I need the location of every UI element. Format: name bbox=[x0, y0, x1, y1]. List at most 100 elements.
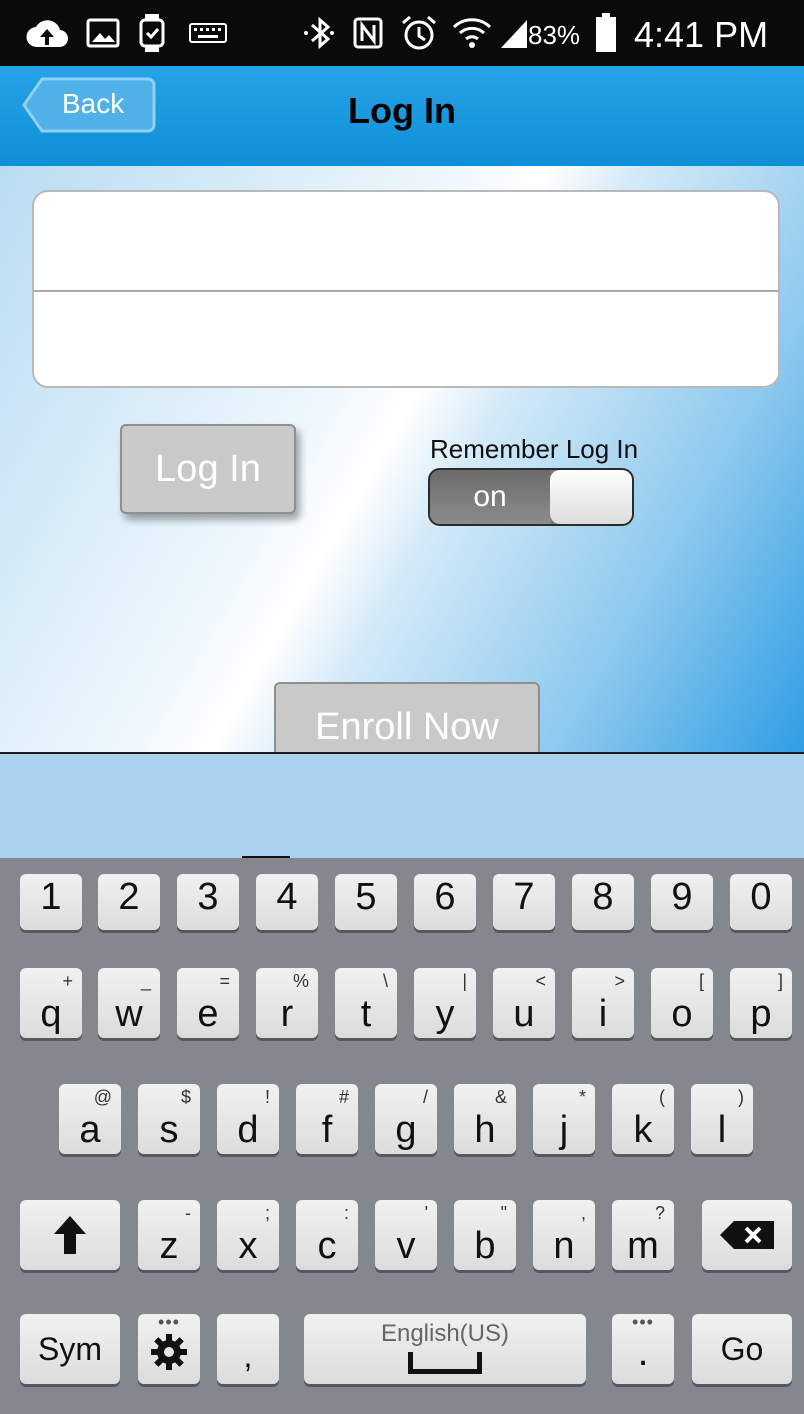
key-g[interactable]: / g bbox=[375, 1084, 437, 1154]
key-alt-label: $ bbox=[180, 1087, 191, 1107]
key-label: e bbox=[197, 993, 219, 1035]
key-e[interactable]: = e bbox=[177, 968, 239, 1038]
key-label: 9 bbox=[671, 876, 693, 918]
key-5[interactable]: 5 bbox=[335, 874, 397, 930]
key-y[interactable]: | y bbox=[414, 968, 476, 1038]
username-field[interactable] bbox=[34, 192, 778, 290]
space-key[interactable]: English(US) bbox=[304, 1314, 586, 1384]
backspace-key[interactable] bbox=[702, 1200, 792, 1270]
key-alt-label: @ bbox=[93, 1087, 112, 1107]
key-d[interactable]: ! d bbox=[217, 1084, 279, 1154]
key-alt-label: - bbox=[185, 1203, 191, 1223]
key-x[interactable]: ; x bbox=[217, 1200, 279, 1270]
key-v[interactable]: ' v bbox=[375, 1200, 437, 1270]
key-f[interactable]: # f bbox=[296, 1084, 358, 1154]
key-k[interactable]: (k bbox=[612, 1084, 674, 1154]
key-r[interactable]: % r bbox=[256, 968, 318, 1038]
key-m[interactable]: ? m bbox=[612, 1200, 674, 1270]
key-label: 1 bbox=[40, 876, 62, 918]
remember-login-label: Remember Log In bbox=[430, 434, 639, 464]
key-h[interactable]: & h bbox=[454, 1084, 516, 1154]
remember-login-toggle[interactable]: on bbox=[428, 468, 634, 526]
key-alt-label: ? bbox=[654, 1203, 665, 1223]
credentials-field-group bbox=[32, 190, 780, 388]
key-alt-label: ( bbox=[659, 1087, 665, 1107]
key-2[interactable]: 2 bbox=[98, 874, 160, 930]
battery-percent: 83% bbox=[528, 20, 581, 50]
more-dots-icon: ••• bbox=[158, 1312, 180, 1332]
key-8[interactable]: 8 bbox=[572, 874, 634, 930]
key-i[interactable]: > i bbox=[572, 968, 634, 1038]
wifi-icon bbox=[452, 13, 492, 53]
login-form-area: Log In Remember Log In on Enroll Now bbox=[0, 166, 804, 752]
key-label: w bbox=[115, 993, 143, 1035]
key-alt-label: + bbox=[62, 971, 73, 991]
key-1[interactable]: 1 bbox=[20, 874, 82, 930]
key-p[interactable]: ] p bbox=[730, 968, 792, 1038]
comma-key[interactable]: , bbox=[217, 1314, 279, 1384]
enroll-now-button[interactable]: Enroll Now bbox=[274, 682, 540, 752]
key-label: 3 bbox=[197, 876, 219, 918]
key-q[interactable]: + q bbox=[20, 968, 82, 1038]
key-label: v bbox=[396, 1225, 416, 1267]
key-label: p bbox=[750, 993, 772, 1035]
key-s[interactable]: $ s bbox=[138, 1084, 200, 1154]
shift-key[interactable] bbox=[20, 1200, 120, 1270]
key-alt-label: " bbox=[500, 1203, 507, 1223]
password-field[interactable] bbox=[34, 292, 778, 390]
key-3[interactable]: 3 bbox=[177, 874, 239, 930]
key-label: g bbox=[395, 1109, 417, 1151]
keyboard-icon bbox=[188, 13, 228, 53]
key-label: 4 bbox=[276, 876, 298, 918]
key-alt-label: * bbox=[578, 1087, 586, 1107]
key-j[interactable]: * j bbox=[533, 1084, 595, 1154]
status-bar: 83% 4:41 PM bbox=[0, 0, 804, 66]
key-label: c bbox=[317, 1225, 337, 1267]
key-alt-label: < bbox=[535, 971, 546, 991]
key-n[interactable]: ,n bbox=[533, 1200, 595, 1270]
watch-icon bbox=[138, 13, 166, 53]
key-alt-label: [ bbox=[698, 971, 704, 991]
toggle-knob[interactable] bbox=[550, 470, 632, 524]
settings-key[interactable]: ••• bbox=[138, 1312, 200, 1384]
space-bar-icon bbox=[408, 1352, 482, 1374]
key-label: 8 bbox=[592, 876, 614, 918]
key-label: u bbox=[513, 993, 535, 1035]
key-4[interactable]: 4 bbox=[256, 874, 318, 930]
key-label: k bbox=[633, 1109, 653, 1151]
key-o[interactable]: [o bbox=[651, 968, 713, 1038]
key-label: j bbox=[559, 1109, 569, 1151]
go-key[interactable]: Go bbox=[692, 1314, 792, 1384]
key-alt-label: ! bbox=[264, 1087, 270, 1107]
key-u[interactable]: < u bbox=[493, 968, 555, 1038]
shift-arrow-icon bbox=[54, 1216, 86, 1254]
key-label: i bbox=[598, 993, 608, 1035]
key-alt-label: ' bbox=[424, 1203, 428, 1223]
key-t[interactable]: \ t bbox=[335, 968, 397, 1038]
key-label: 0 bbox=[750, 876, 772, 918]
key-c[interactable]: :c bbox=[296, 1200, 358, 1270]
key-w[interactable]: _ w bbox=[98, 968, 160, 1038]
key-alt-label: _ bbox=[140, 971, 151, 991]
key-label: o bbox=[671, 993, 693, 1035]
key-label: f bbox=[321, 1109, 333, 1151]
key-alt-label: % bbox=[292, 971, 309, 991]
key-b[interactable]: " b bbox=[454, 1200, 516, 1270]
key-label: m bbox=[627, 1225, 659, 1267]
key-6[interactable]: 6 bbox=[414, 874, 476, 930]
backspace-icon bbox=[720, 1221, 774, 1249]
login-button[interactable]: Log In bbox=[120, 424, 296, 514]
key-9[interactable]: 9 bbox=[651, 874, 713, 930]
period-key[interactable]: ••• . bbox=[612, 1312, 674, 1384]
page-title: Log In bbox=[348, 90, 456, 131]
key-label: h bbox=[474, 1109, 496, 1151]
key-a[interactable]: @ a bbox=[59, 1084, 121, 1154]
key-z[interactable]: -z bbox=[138, 1200, 200, 1270]
key-l[interactable]: ) l bbox=[691, 1084, 753, 1154]
key-label: z bbox=[159, 1225, 179, 1267]
footer-area bbox=[0, 754, 804, 858]
sym-key[interactable]: Sym bbox=[20, 1314, 120, 1384]
key-0[interactable]: 0 bbox=[730, 874, 792, 930]
key-7[interactable]: 7 bbox=[493, 874, 555, 930]
gear-icon bbox=[151, 1334, 187, 1370]
